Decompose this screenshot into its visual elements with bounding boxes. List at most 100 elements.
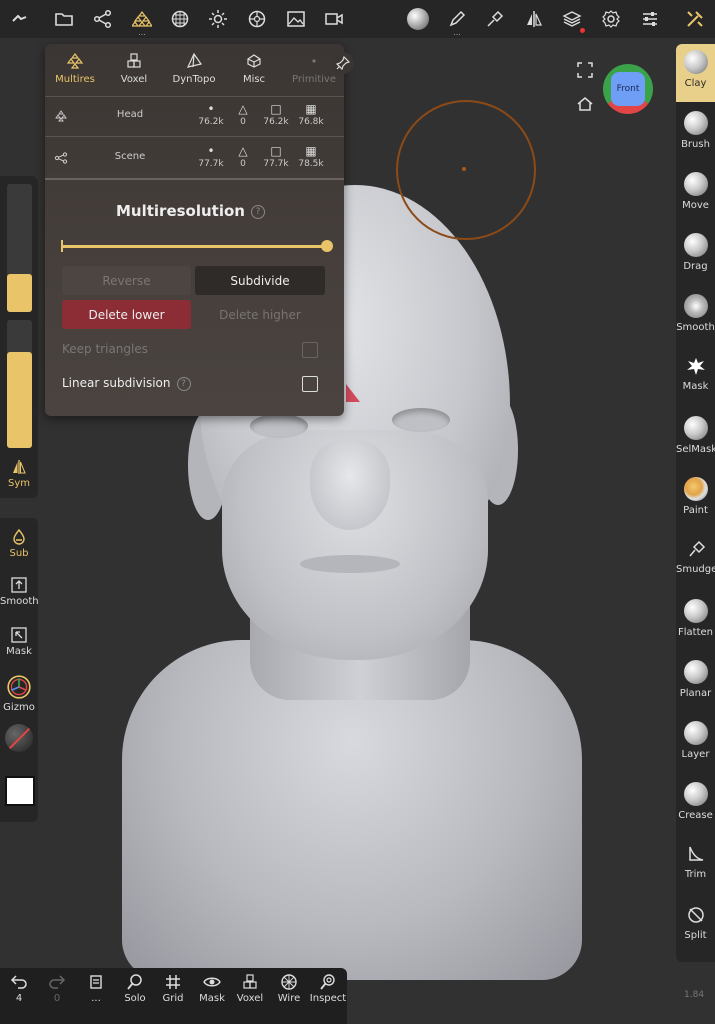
- sun-icon[interactable]: [204, 5, 232, 33]
- delete-lower-button[interactable]: Delete lower: [62, 300, 191, 329]
- reverse-button[interactable]: Reverse: [62, 266, 191, 295]
- inspect-button[interactable]: Inspect: [309, 973, 347, 1004]
- pin-icon[interactable]: [332, 52, 354, 74]
- intensity-slider[interactable]: [7, 320, 32, 448]
- tab-multires[interactable]: Multires: [46, 52, 104, 96]
- image-icon[interactable]: [282, 5, 310, 33]
- triangle-icon: △: [238, 102, 248, 116]
- dyntopo-icon: [186, 52, 203, 68]
- gizmo-toggle[interactable]: Gizmo: [0, 674, 38, 713]
- mesh-name: Head: [116, 109, 144, 120]
- left-slider-panel: Sym: [0, 176, 38, 498]
- intensity-slider-fill: [7, 352, 32, 448]
- left-eye: [250, 414, 308, 438]
- tab-dyntopo[interactable]: DynTopo: [165, 52, 223, 96]
- voxel-icon: [127, 53, 141, 68]
- sym-toggle[interactable]: Sym: [0, 458, 38, 489]
- tool-clay[interactable]: Clay: [676, 44, 715, 102]
- color-swatch[interactable]: [5, 776, 35, 806]
- brush-settings-icon[interactable]: [481, 5, 509, 33]
- brush-cursor-center: [462, 167, 466, 171]
- subdivide-button[interactable]: Subdivide: [195, 266, 325, 295]
- radius-slider[interactable]: [7, 184, 32, 312]
- tool-drag[interactable]: Drag: [676, 227, 715, 285]
- mask-icon: [11, 627, 27, 643]
- tool-selmask[interactable]: SelMask: [676, 410, 715, 468]
- right-eye: [392, 408, 450, 432]
- delete-higher-button[interactable]: Delete higher: [195, 300, 325, 329]
- drag-icon: [683, 233, 708, 257]
- multires-icon[interactable]: ...: [128, 5, 156, 37]
- pen-icon[interactable]: ...: [443, 5, 471, 37]
- sub-toggle[interactable]: Sub: [0, 528, 38, 559]
- tool-smooth[interactable]: Smooth: [676, 288, 715, 346]
- sphere-grid-icon[interactable]: [166, 5, 194, 33]
- redo-button[interactable]: 0: [38, 973, 76, 1004]
- symmetry-icon[interactable]: [520, 5, 548, 33]
- mesh-name: Scene: [114, 151, 146, 162]
- top-toolbar: ... ...: [0, 0, 715, 38]
- mouth: [300, 555, 400, 573]
- undo-icon: [10, 975, 27, 989]
- tool-move[interactable]: Move: [676, 166, 715, 224]
- solo-button[interactable]: Solo: [116, 973, 154, 1004]
- grid-button[interactable]: Grid: [154, 973, 192, 1004]
- material-preview-icon[interactable]: [404, 5, 432, 33]
- subdivision-slider[interactable]: [62, 245, 327, 248]
- linear-subdivision-checkbox[interactable]: [302, 376, 318, 392]
- back-icon[interactable]: [5, 5, 33, 33]
- view-cube[interactable]: Front: [603, 64, 653, 114]
- sliders-icon[interactable]: [636, 5, 664, 33]
- scene-graph-icon: [54, 152, 68, 164]
- left-tool-panel: Sub Smooth Mask Gizmo: [0, 518, 39, 822]
- flatten-icon: [683, 599, 708, 623]
- mask-visibility-button[interactable]: Mask: [193, 973, 231, 1004]
- help-icon[interactable]: ?: [250, 204, 265, 219]
- linear-subdivision-label: Linear subdivision?: [62, 376, 191, 391]
- tools-icon[interactable]: [681, 5, 709, 33]
- tool-split[interactable]: Split: [676, 898, 715, 956]
- keep-triangles-checkbox[interactable]: [302, 342, 318, 358]
- tool-flatten[interactable]: Flatten: [676, 593, 715, 651]
- move-icon: [683, 172, 708, 196]
- mask-splat-icon: [686, 358, 705, 375]
- vertex-count: • 77.7k: [193, 143, 229, 169]
- home-icon[interactable]: [576, 95, 594, 113]
- tab-label: Voxel: [120, 74, 148, 85]
- folder-icon[interactable]: [50, 5, 78, 33]
- undo-button[interactable]: 4: [0, 973, 38, 1004]
- tab-voxel[interactable]: Voxel: [105, 52, 163, 96]
- voxel-button[interactable]: Voxel: [231, 973, 269, 1004]
- tool-planar[interactable]: Planar: [676, 654, 715, 712]
- quad-icon: □: [270, 144, 282, 158]
- brush-cursor-circle: [396, 100, 536, 240]
- tab-misc[interactable]: Misc: [225, 52, 283, 96]
- tool-mask[interactable]: Mask: [676, 349, 715, 407]
- mesh-row-scene[interactable]: Scene • 77.7k △ 0 □ 77.7k ▦ 78.5k: [45, 139, 344, 177]
- split-icon: [687, 907, 704, 923]
- divider: [45, 178, 344, 180]
- material-ball-icon[interactable]: [243, 5, 271, 33]
- tool-layer[interactable]: Layer: [676, 715, 715, 773]
- wire-button[interactable]: Wire: [270, 973, 308, 1004]
- fullscreen-icon[interactable]: [576, 61, 594, 79]
- help-icon[interactable]: ?: [176, 376, 191, 391]
- smudge-icon: [688, 540, 705, 557]
- tool-brush[interactable]: Brush: [676, 105, 715, 163]
- menu-button[interactable]: ...: [77, 973, 115, 1004]
- primitive-icon: [312, 59, 316, 63]
- tool-paint[interactable]: Paint: [676, 471, 715, 529]
- material-disabled-icon[interactable]: [5, 724, 33, 752]
- tool-smudge[interactable]: Smudge: [676, 532, 715, 590]
- misc-icon: [247, 54, 261, 68]
- camera-icon[interactable]: [320, 5, 348, 33]
- tool-trim[interactable]: Trim: [676, 837, 715, 895]
- layer-icon: [683, 721, 708, 745]
- tool-crease[interactable]: Crease: [676, 776, 715, 834]
- smooth-toggle[interactable]: Smooth: [0, 576, 39, 607]
- settings-icon[interactable]: [597, 5, 625, 33]
- subdivision-slider-handle[interactable]: [321, 240, 333, 252]
- mesh-row-head[interactable]: Head • 76.2k △ 0 □ 76.2k ▦ 76.8k: [45, 97, 344, 135]
- scene-graph-icon[interactable]: [89, 5, 117, 33]
- mask-toggle[interactable]: Mask: [0, 626, 38, 657]
